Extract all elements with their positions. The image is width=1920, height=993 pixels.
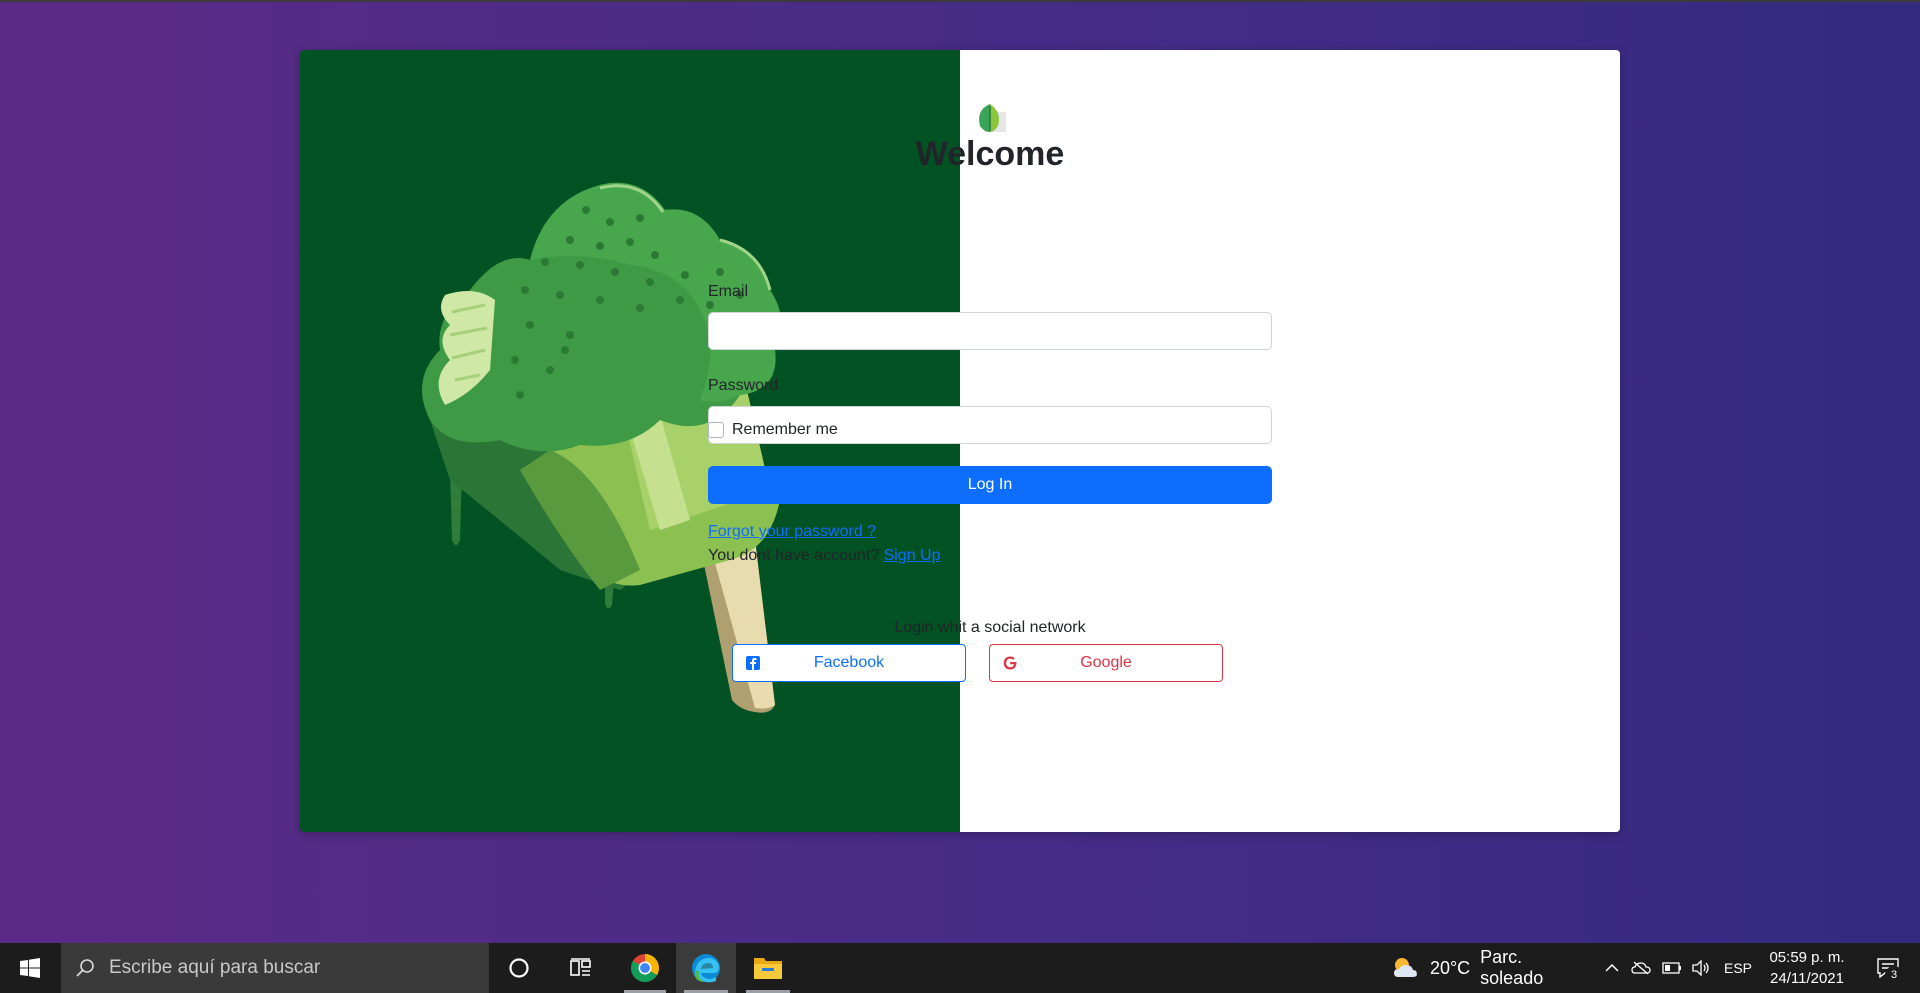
forgot-password-link[interactable]: Forgot your password ? [708, 523, 876, 541]
taskbar-app-edge[interactable] [676, 943, 736, 993]
email-field[interactable] [708, 312, 1272, 350]
battery-tray[interactable] [1659, 943, 1685, 993]
remember-me-label[interactable]: Remember me [732, 421, 838, 439]
app-logo-icon [979, 104, 1006, 132]
login-button[interactable]: Log In [708, 466, 1272, 504]
windows-logo-icon [20, 958, 40, 978]
google-login-button[interactable]: Google [989, 644, 1223, 682]
remember-me-row: Remember me [708, 421, 838, 439]
clock[interactable]: 05:59 p. m. 24/11/2021 [1762, 943, 1852, 993]
signup-link[interactable]: Sign Up [884, 547, 941, 564]
facebook-icon [746, 656, 760, 670]
google-icon [1003, 656, 1017, 670]
cloud-offline-icon [1631, 961, 1651, 975]
weather-description: Parc. soleado [1480, 947, 1544, 988]
chrome-icon [631, 954, 659, 982]
language-indicator[interactable]: ESP [1722, 943, 1754, 993]
window-top-border [0, 0, 1920, 2]
onedrive-tray[interactable] [1628, 943, 1654, 993]
search-icon [76, 959, 94, 977]
facebook-button-label: Facebook [813, 654, 885, 671]
taskbar: Escribe aquí para buscar 20°C Parc. sole… [0, 943, 1920, 993]
cortana-button[interactable] [498, 943, 540, 993]
file-explorer-icon [754, 958, 782, 979]
partly-sunny-icon [1393, 958, 1417, 977]
password-label: Password [708, 377, 779, 394]
task-view-icon [570, 958, 591, 976]
edge-icon [692, 954, 720, 983]
notification-count-badge: 3 [1885, 966, 1903, 984]
facebook-login-button[interactable]: Facebook [732, 644, 966, 682]
show-hidden-icons-button[interactable] [1600, 943, 1624, 993]
page-title: Welcome [915, 135, 1065, 173]
no-account-text: You dont have account? [708, 547, 880, 564]
cortana-circle-icon [509, 958, 529, 978]
clock-time: 05:59 p. m. [1769, 949, 1845, 966]
weather-temperature: 20°C [1429, 957, 1471, 978]
taskbar-search-box[interactable]: Escribe aquí para buscar [61, 943, 489, 993]
search-placeholder: Escribe aquí para buscar [109, 957, 321, 978]
speaker-icon [1692, 960, 1709, 976]
action-center-button[interactable]: 3 [1868, 943, 1908, 993]
clock-date: 24/11/2021 [1770, 970, 1844, 987]
remember-me-checkbox[interactable] [708, 422, 724, 438]
chevron-up-icon [1605, 963, 1619, 972]
start-button[interactable] [0, 943, 60, 993]
task-view-button[interactable] [560, 943, 602, 993]
taskbar-app-chrome[interactable] [620, 943, 670, 993]
battery-icon [1662, 962, 1681, 974]
volume-tray[interactable] [1688, 943, 1714, 993]
weather-widget[interactable]: 20°C Parc. soleado [1390, 943, 1590, 993]
taskbar-app-file-explorer[interactable] [740, 943, 796, 993]
signup-row: You dont have account? Sign Up [708, 547, 940, 565]
email-label: Email [708, 283, 749, 300]
google-button-label: Google [1080, 654, 1132, 671]
social-login-title: Login whit a social network [894, 619, 1086, 636]
